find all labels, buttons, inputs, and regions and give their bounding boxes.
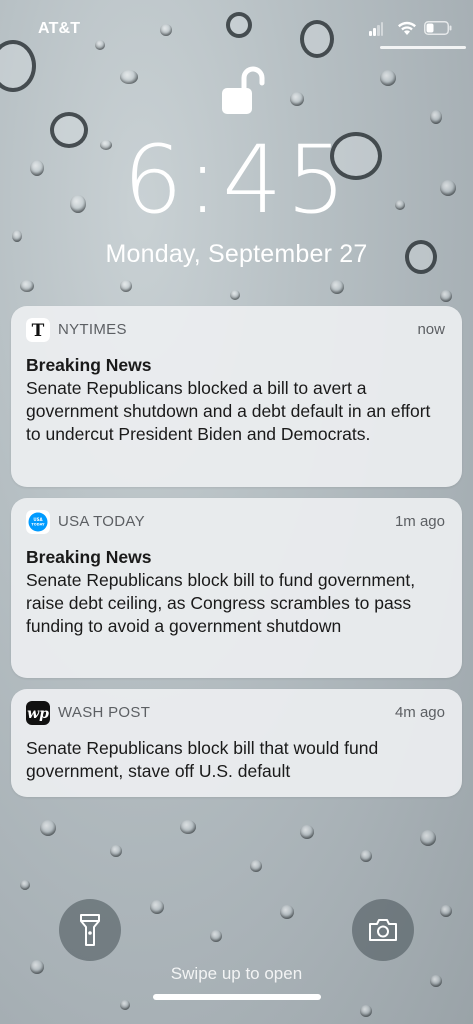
status-bar: AT&T — [0, 0, 473, 50]
app-name: WASH POST — [58, 704, 151, 721]
notification-time: now — [417, 321, 445, 338]
notification-body: Senate Republicans block bill to fund go… — [26, 570, 416, 636]
svg-text:wp: wp — [27, 706, 49, 722]
notification-header: wp WASH POST 4m ago — [26, 701, 447, 725]
lock-screen: AT&T 6:45 Monday, September 27 T NYTIMES… — [0, 0, 473, 1024]
notification-header: T NYTIMES now — [26, 318, 447, 342]
flashlight-icon — [80, 914, 100, 946]
flashlight-button[interactable] — [59, 899, 121, 961]
svg-text:T: T — [32, 321, 45, 341]
nytimes-logo-icon: T — [26, 318, 50, 342]
notification-usa-today[interactable]: USA TODAY USA TODAY 1m ago Breaking News… — [11, 498, 462, 678]
camera-icon — [369, 919, 397, 941]
notification-title: Breaking News — [26, 355, 152, 375]
clock-time: 6:45 — [122, 126, 351, 235]
notification-body: Senate Republicans block bill that would… — [26, 738, 379, 781]
notification-nytimes[interactable]: T NYTIMES now Breaking News Senate Repub… — [11, 306, 462, 487]
usa-today-logo-icon: USA TODAY — [26, 510, 50, 534]
camera-button[interactable] — [352, 899, 414, 961]
app-name: NYTIMES — [58, 321, 127, 338]
notification-time: 4m ago — [394, 704, 445, 721]
wifi-icon — [398, 21, 416, 35]
unlocked-padlock-icon — [222, 66, 265, 114]
clock-date: Monday, September 27 — [105, 240, 368, 268]
svg-text:TODAY: TODAY — [31, 523, 45, 527]
cellular-signal-icon — [369, 22, 383, 36]
notification-content: Breaking News Senate Republicans block b… — [26, 546, 448, 638]
notification-header: USA TODAY USA TODAY 1m ago — [26, 510, 447, 534]
home-indicator[interactable] — [153, 994, 321, 1000]
app-name: USA TODAY — [58, 513, 145, 530]
notification-content: Senate Republicans block bill that would… — [26, 737, 448, 783]
notification-content: Breaking News Senate Republicans blocked… — [26, 354, 448, 446]
notification-wash-post[interactable]: wp WASH POST 4m ago Senate Republicans b… — [11, 689, 462, 797]
notification-time: 1m ago — [394, 513, 445, 530]
notification-title: Breaking News — [26, 547, 152, 567]
notification-body: Senate Republicans blocked a bill to ave… — [26, 378, 431, 444]
svg-text:USA: USA — [33, 517, 43, 522]
battery-icon — [424, 21, 452, 35]
washington-post-logo-icon: wp — [26, 701, 50, 725]
status-underline — [380, 46, 466, 49]
carrier-label: AT&T — [38, 20, 81, 37]
swipe-up-hint: Swipe up to open — [170, 964, 303, 983]
